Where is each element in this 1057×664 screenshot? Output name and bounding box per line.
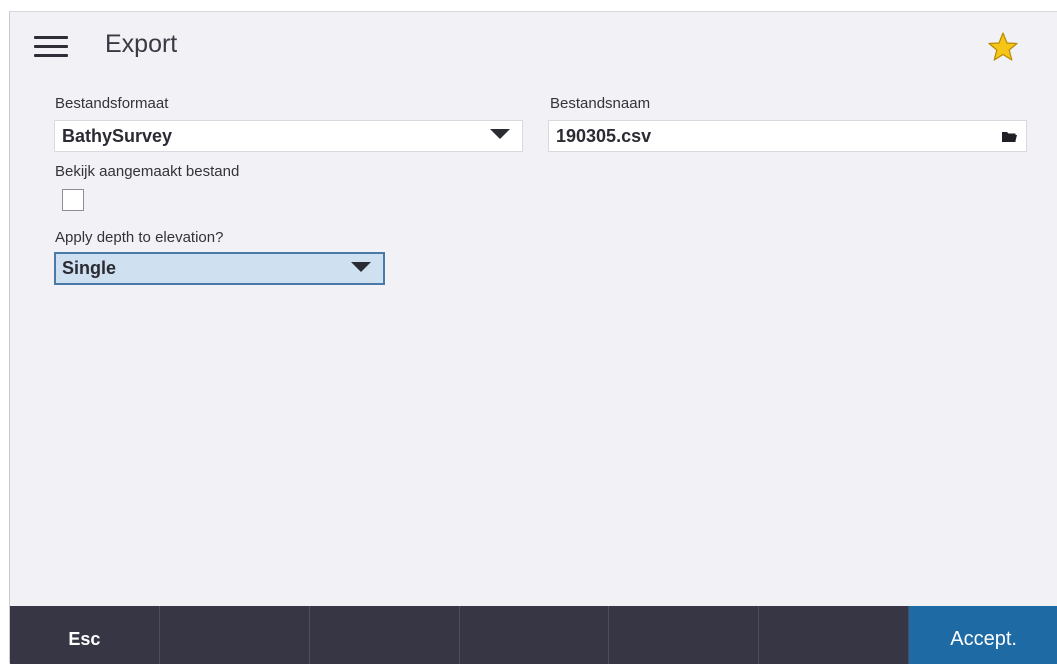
page-title: Export (105, 30, 178, 58)
file-format-value: BathySurvey (62, 126, 173, 146)
file-name-value: 190305.csv (556, 126, 652, 146)
footer-empty-button-5[interactable] (759, 606, 910, 664)
hamburger-menu-icon[interactable] (34, 34, 70, 58)
chevron-down-icon (351, 262, 371, 272)
export-window: Export Bestandsformaat BathySurvey Besta… (9, 11, 1057, 664)
file-format-select[interactable]: BathySurvey (54, 120, 523, 152)
apply-depth-value: Single (62, 258, 117, 278)
footer-empty-button-3[interactable] (460, 606, 610, 664)
apply-depth-label: Apply depth to elevation? (55, 229, 224, 246)
folder-icon (1002, 132, 1017, 142)
view-created-file-label: Bekijk aangemaakt bestand (55, 163, 240, 180)
footer-empty-button-4[interactable] (609, 606, 760, 664)
view-created-file-checkbox[interactable] (62, 189, 84, 211)
star-icon[interactable] (986, 30, 1020, 64)
esc-button[interactable]: Esc (10, 606, 160, 664)
footer-empty-button-1[interactable] (160, 606, 310, 664)
file-name-field[interactable]: 190305.csv (548, 120, 1027, 152)
footer-toolbar: Esc Accept. (10, 606, 1057, 664)
file-name-label: Bestandsnaam (550, 95, 651, 112)
file-format-label: Bestandsformaat (55, 95, 169, 112)
footer-empty-button-2[interactable] (310, 606, 460, 664)
apply-depth-select[interactable]: Single (54, 252, 385, 285)
browse-button[interactable] (993, 121, 1026, 151)
accept-button[interactable]: Accept. (909, 606, 1057, 664)
chevron-down-icon (490, 129, 510, 139)
